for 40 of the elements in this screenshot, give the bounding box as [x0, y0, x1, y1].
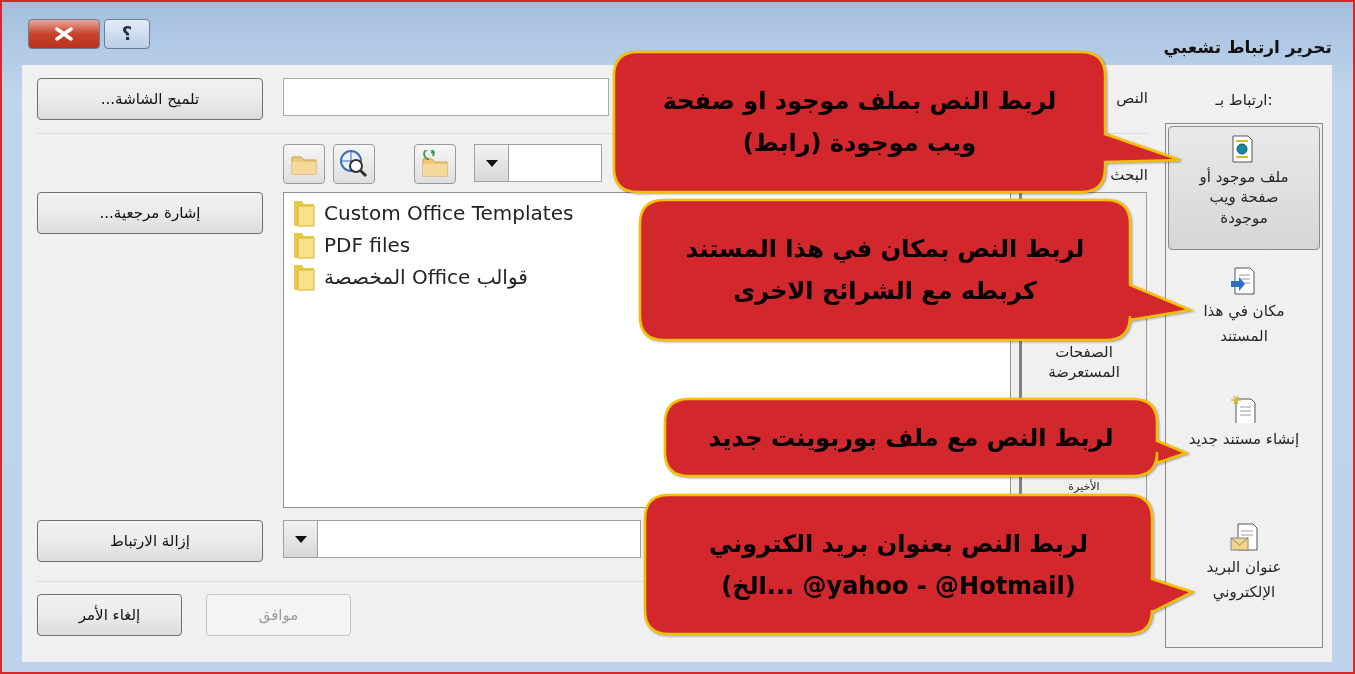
callout-text: لربط النص بعنوان بريد الكتروني (@Hotmail - @yahoo ...الخ) — [709, 528, 1088, 602]
callout-text: لربط النص بملف موجود او صفحة ويب موجودة (رابط) — [662, 86, 1057, 159]
link-to-label: ارتباط بـ: — [1215, 90, 1273, 112]
folder-icon — [292, 230, 316, 260]
screen-tip-button[interactable]: تلميح الشاشة... — [37, 78, 263, 120]
field-label: النص — [1116, 88, 1148, 109]
document-arrow-icon — [1230, 267, 1258, 295]
file-name[interactable]: PDF files — [324, 230, 411, 260]
caret-icon — [294, 535, 307, 543]
remove-link-button[interactable]: إزالة الارتباط — [37, 520, 263, 562]
folder-button[interactable] — [283, 144, 325, 184]
look-in-dropdown[interactable] — [474, 144, 602, 182]
link-type-item[interactable]: مكان في هذا المستند — [1168, 254, 1320, 382]
address-dropdown[interactable] — [283, 520, 641, 558]
cancel-button[interactable]: إلغاء الأمر — [37, 594, 182, 636]
caret-icon — [485, 159, 498, 167]
recent-folder-button[interactable] — [414, 144, 456, 184]
side-tab[interactable]: الأخيرة — [1022, 481, 1146, 492]
folder-arrow-icon — [421, 150, 449, 178]
file-name[interactable]: Custom Office Templates — [324, 198, 574, 228]
help-button[interactable]: ؟ — [104, 18, 150, 49]
document-envelope-icon — [1230, 523, 1258, 551]
close-icon — [54, 26, 74, 41]
folder-icon — [292, 262, 316, 292]
new-document-icon — [1230, 395, 1258, 423]
side-tab[interactable]: الصفحات المستعرضة — [1022, 343, 1146, 382]
window-title: تحرير ارتباط تشعبي — [1163, 35, 1332, 60]
folder-icon — [292, 198, 316, 228]
callout-text: لربط النص مع ملف بوربوينت جديد — [708, 422, 1114, 454]
browse-web-button[interactable] — [333, 144, 375, 184]
text-field[interactable] — [283, 78, 609, 116]
callout-text: لربط النص بمكان في هذا المستند كربطه مع الشرائح الاخرى — [685, 234, 1085, 307]
look-in-label: البحث — [1110, 165, 1148, 186]
close-button[interactable] — [28, 18, 100, 49]
link-type-item[interactable]: إنشاء مستند جديد — [1168, 382, 1320, 510]
globe-search-icon — [339, 149, 369, 179]
bookmark-button[interactable]: إشارة مرجعية... — [37, 192, 263, 234]
file-name[interactable]: قوالب Office المخصصة — [324, 262, 528, 292]
link-type-item[interactable]: ملف موجود أو صفحة ويب موجودة — [1168, 126, 1320, 250]
link-type-item[interactable]: عنوان البريد الإلكتروني — [1168, 510, 1320, 638]
